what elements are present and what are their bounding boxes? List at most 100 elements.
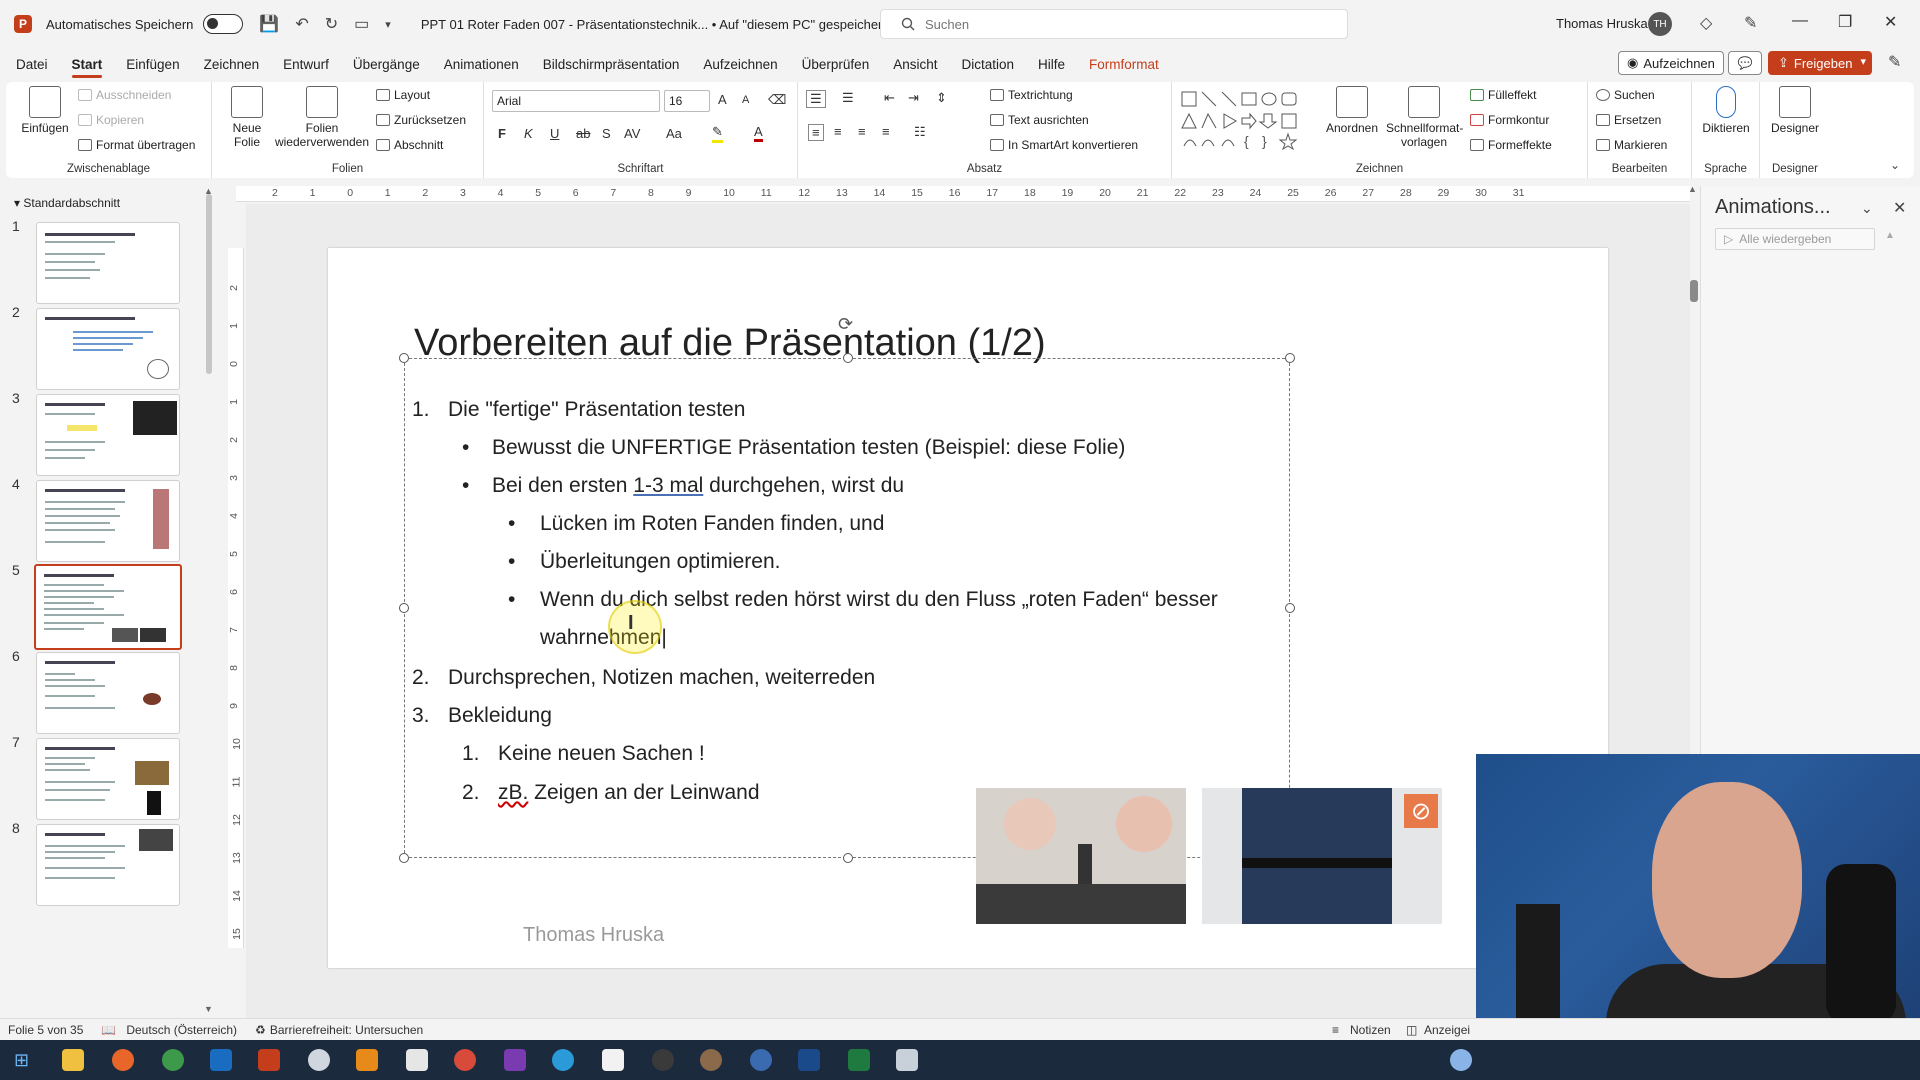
slide-counter[interactable]: Folie 5 von 35 — [8, 1023, 83, 1037]
change-case-button[interactable]: Aa — [666, 126, 682, 141]
list-item[interactable]: • Wenn du dich selbst reden hörst wirst d… — [508, 588, 1218, 612]
excel-icon[interactable] — [848, 1049, 870, 1071]
numbering-icon[interactable]: ☰ — [842, 90, 854, 106]
replace-button[interactable]: Ersetzen — [1596, 113, 1661, 127]
select-button[interactable]: Markieren — [1596, 138, 1667, 152]
panel-scroll-down-icon[interactable]: ▼ — [204, 1004, 212, 1014]
diamond-icon[interactable]: ◇ — [1700, 13, 1712, 33]
record-button[interactable]: ◉ Aufzeichnen — [1618, 51, 1724, 75]
italic-button[interactable]: K — [524, 126, 533, 141]
align-left-icon[interactable]: ≡ — [808, 124, 824, 141]
font-size-select[interactable]: 16 — [664, 90, 710, 112]
list-item[interactable]: • Lücken im Roten Fanden finden, und — [508, 512, 884, 536]
tab-animationen[interactable]: Animationen — [444, 51, 519, 78]
paste-button[interactable]: Einfügen — [20, 86, 70, 135]
shape-effects-button[interactable]: Formeffekte — [1470, 138, 1552, 152]
underline-button[interactable]: U — [550, 126, 559, 141]
decrease-indent-icon[interactable]: ⇤ — [884, 90, 895, 106]
columns-icon[interactable]: ☷ — [914, 124, 926, 140]
undo-icon[interactable]: ↶ — [295, 14, 308, 34]
vlc-icon[interactable] — [356, 1049, 378, 1071]
chrome-icon[interactable] — [162, 1049, 184, 1071]
slide-thumbnail[interactable] — [36, 480, 180, 562]
tab-datei[interactable]: Datei — [16, 51, 48, 78]
layout-button[interactable]: Layout — [376, 88, 430, 102]
shape-fill-button[interactable]: Fülleffekt — [1470, 88, 1536, 102]
share-chevron-down-icon[interactable]: ▾ — [1860, 55, 1866, 68]
canvas-scroll-up-icon[interactable]: ▲ — [1688, 184, 1697, 194]
notes-icon[interactable]: ≡ — [1332, 1023, 1339, 1037]
list-item[interactable]: 1. Die "fertige" Präsentation testen — [412, 398, 745, 422]
clear-format-icon[interactable]: ⌫ — [768, 92, 786, 108]
tab-uebergaenge[interactable]: Übergänge — [353, 51, 420, 78]
shapes-gallery[interactable]: { } — [1180, 90, 1310, 150]
tab-bildschirmpraesentation[interactable]: Bildschirmpräsentation — [543, 51, 680, 78]
autosave-toggle[interactable] — [203, 14, 244, 34]
list-item[interactable]: • Bewusst die UNFERTIGE Präsentation test… — [462, 436, 1125, 460]
tab-hilfe[interactable]: Hilfe — [1038, 51, 1065, 78]
onenote-icon[interactable] — [504, 1049, 526, 1071]
shrink-font-button[interactable]: A — [742, 94, 749, 106]
firefox-icon[interactable] — [112, 1049, 134, 1071]
accessibility-status[interactable]: Barrierefreiheit: Untersuchen — [270, 1023, 423, 1037]
powerpoint-taskbar-icon[interactable] — [258, 1049, 280, 1071]
horizontal-ruler[interactable]: 2 1 0 1 2 3 4 5 6 7 8 9 10 11 12 13 14 15 16 17 18 19 20 21 22 23… — [236, 186, 1690, 202]
list-item[interactable]: 3. Bekleidung — [412, 704, 552, 728]
spellcheck-icon[interactable]: 📖 — [101, 1023, 116, 1037]
slide-thumbnail[interactable] — [36, 308, 180, 390]
telegram-icon[interactable] — [552, 1049, 574, 1071]
strikethrough-button[interactable]: ab — [576, 126, 590, 141]
line-spacing-icon[interactable]: ⇕ — [936, 90, 947, 106]
tab-zeichnen[interactable]: Zeichnen — [204, 51, 260, 78]
bullets-icon[interactable]: ☰ — [806, 90, 826, 108]
tab-entwurf[interactable]: Entwurf — [283, 51, 329, 78]
slide-thumbnail[interactable] — [36, 222, 180, 304]
bold-button[interactable]: F — [498, 126, 506, 141]
save-icon[interactable]: 💾 — [259, 14, 279, 34]
align-text-button[interactable]: Text ausrichten — [990, 113, 1089, 127]
designer-button[interactable]: Designer — [1764, 86, 1826, 135]
app-icon[interactable] — [308, 1049, 330, 1071]
weather-icon[interactable] — [1450, 1049, 1472, 1071]
present-from-start-icon[interactable]: ▭ — [354, 14, 369, 34]
tab-dictation[interactable]: Dictation — [961, 51, 1014, 78]
app-icon[interactable] — [406, 1049, 428, 1071]
avatar[interactable]: TH — [1648, 12, 1672, 36]
copy-button[interactable]: Kopieren — [78, 113, 144, 127]
app-icon[interactable] — [700, 1049, 722, 1071]
restore-icon[interactable]: ❐ — [1838, 12, 1852, 32]
slide-thumbnail[interactable] — [36, 652, 180, 734]
list-item[interactable]: 1. Keine neuen Sachen ! — [462, 742, 705, 766]
app-icon[interactable] — [602, 1049, 624, 1071]
resize-handle-b[interactable] — [843, 853, 853, 863]
play-all-button[interactable]: ▷ Alle wiedergeben — [1715, 228, 1875, 250]
align-center-icon[interactable]: ≡ — [834, 124, 842, 139]
tab-ansicht[interactable]: Ansicht — [893, 51, 937, 78]
rotate-handle-icon[interactable]: ⟳ — [838, 314, 853, 335]
notes-button[interactable]: Notizen — [1350, 1023, 1391, 1037]
close-icon[interactable]: ✕ — [1884, 12, 1897, 32]
share-button[interactable]: ⇪ Freigeben ▾ — [1768, 51, 1872, 75]
slide-thumbnail[interactable] — [36, 824, 180, 906]
reset-button[interactable]: Zurücksetzen — [376, 113, 466, 127]
slide-thumbnail[interactable] — [36, 738, 180, 820]
move-up-icon[interactable]: ▲ — [1885, 230, 1895, 241]
vertical-ruler[interactable]: 2 1 0 1 2 3 4 5 6 7 8 9 10 11 12 13 14 15 — [228, 248, 244, 948]
highlight-color-icon[interactable]: ✎ — [712, 124, 723, 143]
search-box[interactable] — [880, 9, 1348, 39]
app-icon[interactable] — [798, 1049, 820, 1071]
resize-handle-l[interactable] — [399, 603, 409, 613]
user-name[interactable]: Thomas Hruska — [1556, 16, 1648, 31]
app-icon[interactable] — [652, 1049, 674, 1071]
ribbon-collapse-icon[interactable]: ⌄ — [1890, 158, 1900, 172]
char-spacing-button[interactable]: AV — [624, 126, 640, 141]
shadow-button[interactable]: S — [602, 126, 611, 141]
app-icon[interactable] — [750, 1049, 772, 1071]
redo-icon[interactable]: ↻ — [325, 14, 338, 34]
justify-icon[interactable]: ≡ — [882, 124, 890, 139]
slide-5[interactable]: Vorbereiten auf die Präsentation (1/2) ⟳… — [328, 248, 1608, 968]
document-title[interactable]: PPT 01 Roter Faden 007 - Präsentationste… — [421, 17, 886, 32]
grow-font-button[interactable]: A — [718, 92, 727, 107]
format-painter-button[interactable]: Format übertragen — [78, 138, 195, 152]
resize-handle-t[interactable] — [843, 353, 853, 363]
